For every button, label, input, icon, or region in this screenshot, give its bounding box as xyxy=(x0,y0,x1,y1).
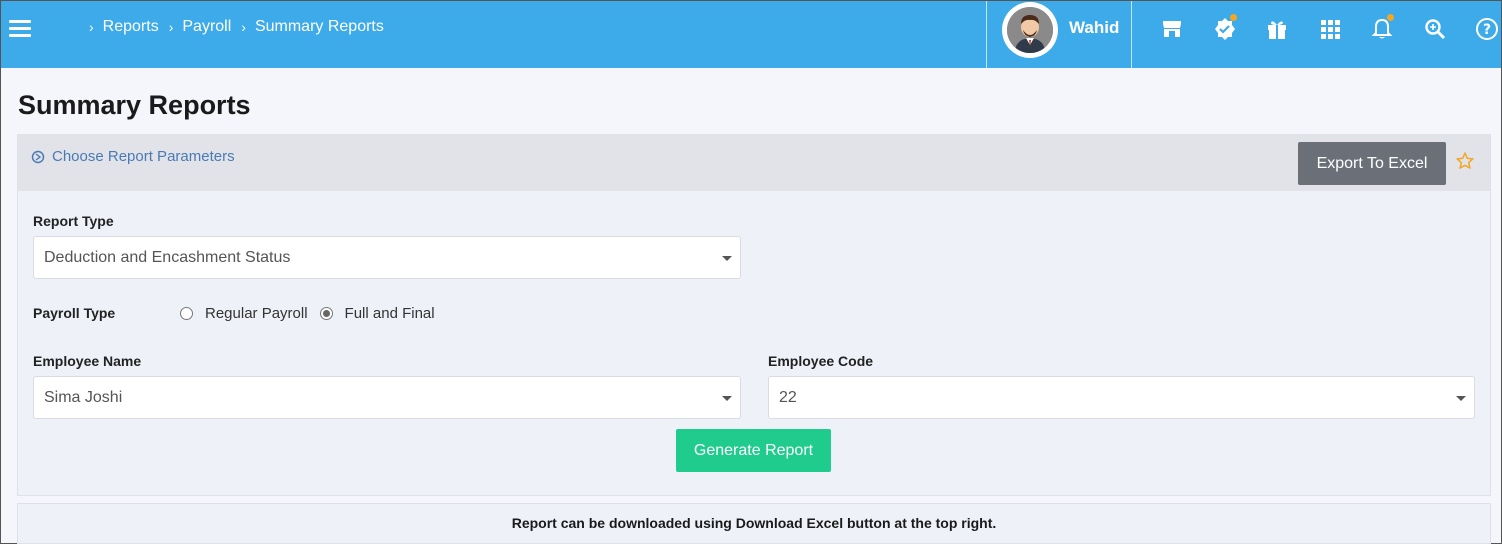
payroll-type-radio-group: Regular Payroll Full and Final xyxy=(180,305,447,322)
radio-regular-payroll[interactable] xyxy=(180,307,193,320)
choose-report-parameters-toggle[interactable]: Choose Report Parameters xyxy=(31,148,235,165)
username[interactable]: Wahid xyxy=(1069,18,1119,38)
panel-title: Choose Report Parameters xyxy=(52,148,235,165)
employee-name-label: Employee Name xyxy=(33,353,142,369)
store-icon[interactable] xyxy=(1160,17,1184,41)
chevron-down-icon xyxy=(722,256,732,261)
radio-label-regular-payroll[interactable]: Regular Payroll xyxy=(205,305,308,322)
breadcrumb-payroll[interactable]: Payroll xyxy=(182,18,231,36)
radio-full-and-final[interactable] xyxy=(319,307,333,320)
export-to-excel-button[interactable]: Export To Excel xyxy=(1298,142,1446,185)
chevron-down-icon xyxy=(1456,396,1466,401)
collapse-circle-icon xyxy=(31,150,45,163)
download-info-note: Report can be downloaded using Download … xyxy=(17,503,1491,544)
star-favorite-icon[interactable] xyxy=(1455,151,1475,176)
breadcrumb-summary-reports[interactable]: Summary Reports xyxy=(255,18,384,36)
employee-code-value: 22 xyxy=(779,389,797,406)
breadcrumb-separator: › xyxy=(89,19,94,35)
radio-label-full-and-final[interactable]: Full and Final xyxy=(345,305,435,322)
report-parameters-panel: Choose Report Parameters Export To Excel… xyxy=(17,134,1491,496)
breadcrumb-separator: › xyxy=(168,19,174,35)
header-divider xyxy=(986,1,987,68)
employee-name-value: Sima Joshi xyxy=(44,389,123,406)
breadcrumb-reports[interactable]: Reports xyxy=(103,18,159,36)
header-divider xyxy=(1131,1,1132,68)
generate-report-button[interactable]: Generate Report xyxy=(676,429,831,472)
help-icon[interactable]: ? xyxy=(1475,17,1499,41)
gift-icon[interactable] xyxy=(1265,17,1289,41)
report-type-label: Report Type xyxy=(33,213,114,229)
notification-dot xyxy=(1387,14,1394,21)
breadcrumb: › Reports › Payroll › Summary Reports xyxy=(89,18,394,36)
bell-icon[interactable] xyxy=(1370,14,1394,41)
page-title: Summary Reports xyxy=(18,90,251,120)
verified-badge-icon[interactable] xyxy=(1213,14,1237,41)
search-zoom-icon[interactable] xyxy=(1423,17,1447,41)
svg-text:?: ? xyxy=(1483,22,1491,38)
hamburger-menu-icon[interactable] xyxy=(9,20,31,38)
top-bar: › Reports › Payroll › Summary Reports Wa… xyxy=(1,1,1501,68)
employee-name-select[interactable]: Sima Joshi xyxy=(33,376,741,419)
chevron-down-icon xyxy=(722,396,732,401)
avatar[interactable] xyxy=(1002,2,1058,58)
user-avatar-icon xyxy=(1007,7,1053,53)
employee-code-label: Employee Code xyxy=(768,353,874,369)
notification-dot xyxy=(1230,14,1237,21)
employee-code-select[interactable]: 22 xyxy=(768,376,1475,419)
report-type-value: Deduction and Encashment Status xyxy=(44,249,291,266)
report-type-select[interactable]: Deduction and Encashment Status xyxy=(33,236,741,279)
breadcrumb-separator: › xyxy=(241,19,246,35)
payroll-type-label: Payroll Type xyxy=(33,305,116,321)
apps-grid-icon[interactable] xyxy=(1318,17,1342,41)
panel-header: Choose Report Parameters Export To Excel xyxy=(18,135,1490,191)
